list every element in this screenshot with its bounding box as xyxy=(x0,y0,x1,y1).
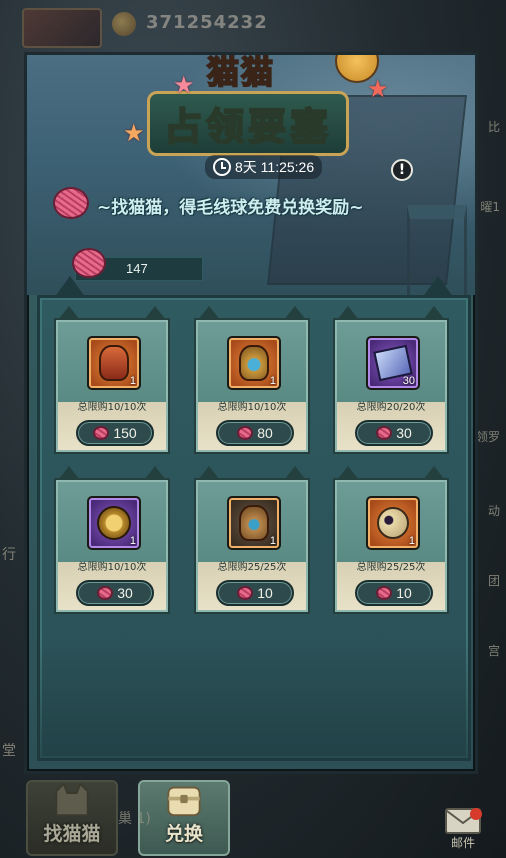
skull-potion-icon xyxy=(377,507,409,539)
item-count: 1 xyxy=(269,375,276,387)
item-count: 1 xyxy=(129,375,136,387)
item-slot[interactable]: 1 xyxy=(227,336,281,390)
price: 30 xyxy=(396,425,412,441)
price: 10 xyxy=(257,585,273,601)
title-line2: 占领要塞 xyxy=(147,91,350,156)
shop-item-card[interactable]: 1 总限购10/10次 30 xyxy=(54,466,170,614)
mail-button[interactable]: 邮件 xyxy=(440,808,486,854)
item-slot[interactable]: 1 xyxy=(87,496,141,550)
yarn-ball-icon xyxy=(376,426,393,440)
banner: 猫猫 占领要塞 ★ ★ ★ 8天 11:25:26 ! ~找猫猫，得毛线球免费兑… xyxy=(27,53,475,305)
notification-dot xyxy=(470,808,482,820)
side-label: 行 xyxy=(2,547,16,563)
buy-button[interactable]: 30 xyxy=(355,420,433,446)
background-text: 巢 1) xyxy=(118,811,151,827)
buy-button[interactable]: 10 xyxy=(216,580,294,606)
item-count: 1 xyxy=(408,535,415,547)
tagline: ~找猫猫，得毛线球免费兑换奖励~ xyxy=(97,198,364,218)
info-icon[interactable]: ! xyxy=(391,159,413,181)
side-label: 团 xyxy=(487,574,500,588)
yarn-ball-icon xyxy=(237,426,254,440)
shop-item-card[interactable]: 1 总限购10/10次 150 xyxy=(54,306,170,454)
item-slot[interactable]: 1 xyxy=(87,336,141,390)
purchase-limit: 总限购25/25次 xyxy=(217,562,287,573)
item-count: 30 xyxy=(402,375,415,387)
castle-silhouette xyxy=(40,638,468,758)
item-slot[interactable]: 1 xyxy=(227,496,281,550)
balance-value: 147 xyxy=(126,261,148,276)
yarn-ball-icon xyxy=(93,426,110,440)
yarn-ball-icon xyxy=(72,248,106,278)
currency-value: 371254232 xyxy=(146,12,268,33)
item-count: 1 xyxy=(129,535,136,547)
vase-icon xyxy=(239,345,269,381)
side-label: 堂 xyxy=(2,743,16,759)
side-label: 比 xyxy=(487,120,500,134)
yarn-ball-icon xyxy=(53,187,89,219)
star-icon: ★ xyxy=(367,75,389,103)
tab-exchange[interactable]: 兑换 xyxy=(138,780,230,856)
star-icon: ★ xyxy=(123,119,145,147)
buy-button[interactable]: 10 xyxy=(355,580,433,606)
bottom-tab-bar: 找猫猫 兑换 xyxy=(0,776,506,858)
chest-icon xyxy=(167,786,201,817)
side-label: 动 xyxy=(487,504,500,518)
purchase-limit: 总限购10/10次 xyxy=(217,402,287,413)
trinket-icon xyxy=(97,506,131,540)
side-label: 曜1 xyxy=(480,200,500,214)
vase-icon xyxy=(99,345,129,381)
purchase-limit: 总限购10/10次 xyxy=(77,562,147,573)
star-icon: ★ xyxy=(173,71,195,99)
event-panel: 猫猫 占领要塞 ★ ★ ★ 8天 11:25:26 ! ~找猫猫，得毛线球免费兑… xyxy=(24,52,478,774)
top-bar: 371254232 xyxy=(0,0,506,48)
tab-label: 兑换 xyxy=(164,823,203,845)
cat-icon xyxy=(55,782,89,817)
yarn-ball-icon xyxy=(237,586,254,600)
avatar[interactable] xyxy=(22,8,102,48)
side-label: 领罗 xyxy=(475,430,500,444)
yarn-balance: 147 xyxy=(72,248,203,281)
buy-button[interactable]: 80 xyxy=(216,420,294,446)
mail-label: 邮件 xyxy=(450,836,475,850)
timer-text: 8天 11:25:26 xyxy=(235,159,315,175)
buy-button[interactable]: 150 xyxy=(76,420,154,446)
exchange-shop: 1 总限购10/10次 150 1 总限购10/10次 80 30 总限购20/… xyxy=(37,276,471,761)
item-count: 1 xyxy=(269,535,276,547)
price: 30 xyxy=(117,585,133,601)
shop-item-card[interactable]: 1 总限购25/25次 10 xyxy=(194,466,310,614)
yarn-ball-icon xyxy=(97,586,114,600)
countdown-timer: 8天 11:25:26 xyxy=(205,155,323,179)
item-slot[interactable]: 30 xyxy=(366,336,420,390)
purchase-limit: 总限购10/10次 xyxy=(77,402,147,413)
title-line1: 猫猫 xyxy=(206,53,276,92)
coin-icon xyxy=(112,12,136,36)
vase-icon xyxy=(239,505,269,541)
side-label: 宫 xyxy=(487,644,500,658)
tab-find-cat[interactable]: 找猫猫 xyxy=(26,780,118,856)
clock-icon xyxy=(213,158,231,176)
buy-button[interactable]: 30 xyxy=(76,580,154,606)
purchase-limit: 总限购25/25次 xyxy=(356,562,426,573)
shop-item-card[interactable]: 30 总限购20/20次 30 xyxy=(333,306,449,454)
price: 80 xyxy=(257,425,273,441)
yarn-ball-icon xyxy=(376,586,393,600)
purchase-limit: 总限购20/20次 xyxy=(356,402,426,413)
tab-label: 找猫猫 xyxy=(43,823,101,845)
item-slot[interactable]: 1 xyxy=(366,496,420,550)
price: 150 xyxy=(113,425,137,441)
event-title: 猫猫 占领要塞 ★ ★ ★ xyxy=(117,53,389,159)
shop-item-card[interactable]: 1 总限购10/10次 80 xyxy=(194,306,310,454)
shop-item-card[interactable]: 1 总限购25/25次 10 xyxy=(333,466,449,614)
price: 10 xyxy=(396,585,412,601)
